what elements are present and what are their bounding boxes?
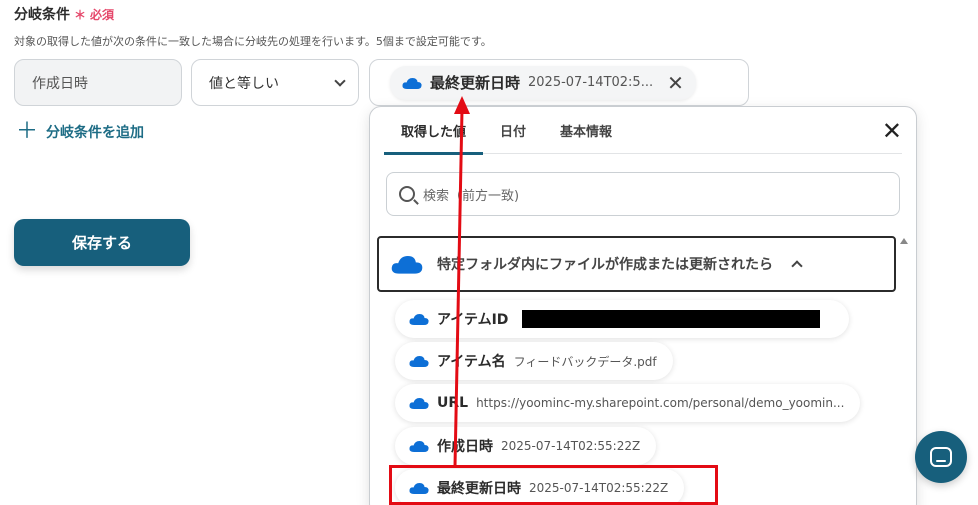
annotation-highlight-box [389,465,718,505]
condition-field-select[interactable]: 作成日時 [14,59,182,106]
item-label: 作成日時 [437,439,493,455]
onedrive-cloud-icon [402,77,422,89]
list-item[interactable]: 作成日時 2025-07-14T02:55:22Z [395,427,657,465]
required-mark: ＊ [74,7,87,22]
section-title: 分岐条件 ＊ 必須 [14,4,114,24]
onedrive-cloud-icon [409,356,429,367]
onedrive-cloud-icon [391,256,423,274]
value-chip-value: 2025-07-14T02:5... [528,75,654,90]
trigger-group-title: 特定フォルダ内にファイルが作成または更新されたら [437,257,773,273]
list-item[interactable]: アイテム名 フィードバックデータ.pdf [395,342,673,380]
item-value: 2025-07-14T02:55:22Z [501,439,641,453]
add-condition-label: 分岐条件を追加 [46,125,145,141]
condition-field-value: 作成日時 [32,75,88,92]
onedrive-cloud-icon [409,441,429,452]
list-item[interactable]: URL https://yoominc-my.sharepoint.com/pe… [395,384,861,422]
chat-button[interactable] [915,431,967,483]
onedrive-cloud-icon [409,398,429,409]
search-icon [399,186,415,202]
close-icon[interactable]: ✕ [882,119,902,143]
plus-icon: ＋ [16,119,39,144]
add-condition-link[interactable]: ＋ 分岐条件を追加 [16,121,144,143]
tab-acquired-values[interactable]: 取得した値 [384,107,484,155]
tab-date[interactable]: 日付 [483,107,543,154]
onedrive-cloud-icon [409,314,429,325]
trigger-group-header[interactable]: 特定フォルダ内にファイルが作成または更新されたら [377,236,896,292]
condition-operator-select[interactable]: 値と等しい [191,59,359,106]
picker-tabs: 取得した値 日付 基本情報 [384,107,902,155]
chevron-up-icon [791,260,803,272]
condition-value-field[interactable]: 最終更新日時 2025-07-14T02:5... ✕ [369,59,749,106]
tab-basic-info[interactable]: 基本情報 [543,107,629,154]
condition-operator-value: 値と等しい [209,75,279,92]
redacted-value [522,310,821,328]
value-chip-label: 最終更新日時 [430,74,521,92]
search-placeholder: 検索（前方一致) [423,188,520,204]
section-description: 対象の取得した値が次の条件に一致した場合に分岐先の処理を行います。5個まで設定可… [14,35,492,48]
close-icon[interactable]: ✕ [667,73,684,93]
item-label: URL [437,395,469,411]
section-title-text: 分岐条件 [14,7,70,23]
list-item[interactable]: アイテムID [395,300,849,338]
value-chip[interactable]: 最終更新日時 2025-07-14T02:5... ✕ [390,65,696,100]
save-button[interactable]: 保存する [14,219,190,266]
chat-icon [930,447,952,467]
chevron-down-icon [334,74,346,87]
required-label: 必須 [90,7,115,22]
item-label: アイテムID [437,312,509,328]
item-value: https://yoominc-my.sharepoint.com/person… [476,396,845,410]
search-input[interactable]: 検索（前方一致) [386,172,900,216]
item-label: アイテム名 [437,354,506,370]
value-picker-panel: 取得した値 日付 基本情報 ✕ 検索（前方一致) 特定フォルダ内にファイルが作成… [369,106,917,505]
scroll-up-arrow[interactable] [900,238,908,244]
item-value: フィードバックデータ.pdf [513,354,657,369]
